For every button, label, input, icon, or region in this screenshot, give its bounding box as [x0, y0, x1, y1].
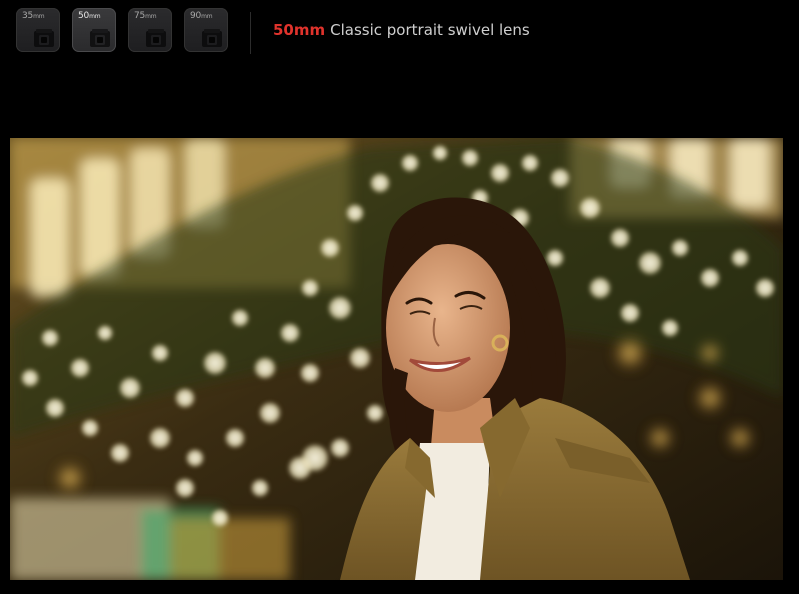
- lens-option-label: 35mm: [22, 11, 45, 21]
- camera-lens-icon: [90, 29, 110, 47]
- camera-lens-icon: [146, 29, 166, 47]
- header-divider: [250, 12, 251, 54]
- lens-option-50mm[interactable]: 50mm: [72, 8, 116, 52]
- lens-option-75mm[interactable]: 75mm: [128, 8, 172, 52]
- lens-description: Classic portrait swivel lens: [330, 21, 530, 39]
- lens-option-label: 50mm: [78, 11, 101, 21]
- lens-option-label: 75mm: [134, 11, 157, 21]
- lens-heading: 50mm Classic portrait swivel lens: [273, 20, 530, 40]
- focal-length-label: 50mm: [273, 21, 326, 39]
- camera-lens-icon: [34, 29, 54, 47]
- camera-lens-icon: [202, 29, 222, 47]
- lens-option-label: 90mm: [190, 11, 213, 21]
- lens-selector: 35mm 50mm 75mm 90mm: [16, 8, 228, 52]
- lens-option-90mm[interactable]: 90mm: [184, 8, 228, 52]
- sample-portrait-photo: [10, 138, 783, 580]
- photo-illustration: [10, 138, 783, 580]
- lens-option-35mm[interactable]: 35mm: [16, 8, 60, 52]
